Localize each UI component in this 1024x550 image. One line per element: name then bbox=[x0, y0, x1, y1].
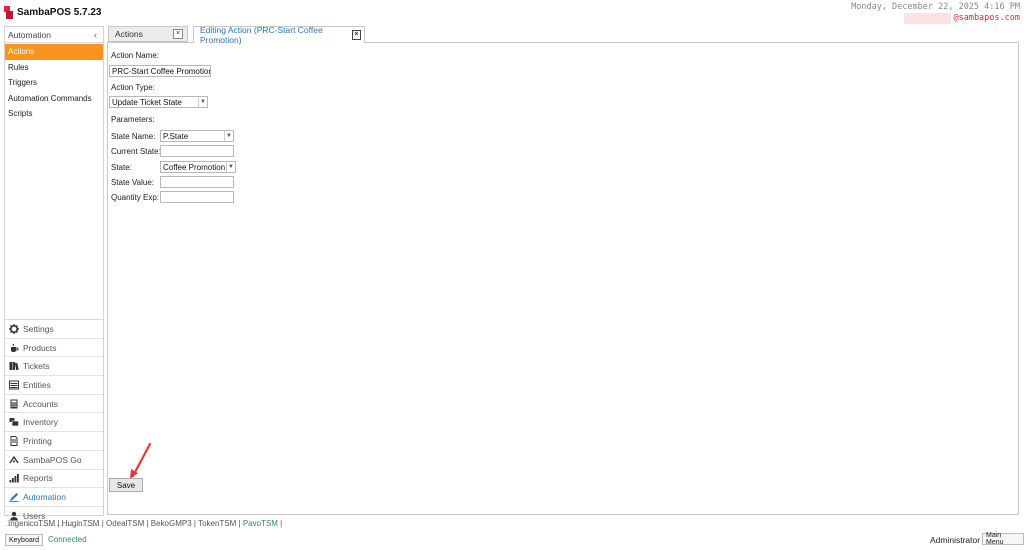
module-tickets[interactable]: Tickets bbox=[5, 357, 103, 377]
action-name-value: PRC-Start Coffee Promotion bbox=[112, 66, 211, 76]
keyboard-button[interactable]: Keyboard bbox=[5, 534, 43, 546]
bar-chart-icon bbox=[9, 474, 19, 483]
module-automation[interactable]: Automation bbox=[5, 488, 103, 507]
calculator-icon bbox=[10, 399, 18, 409]
close-icon[interactable]: × bbox=[351, 30, 361, 40]
device-pavo: PavoTSM bbox=[242, 519, 278, 528]
module-label: Accounts bbox=[23, 398, 58, 409]
sidebar-item-automation-commands[interactable]: Automation Commands bbox=[5, 91, 103, 107]
action-type-value: Update Ticket State bbox=[112, 97, 182, 107]
module-sambapos-go[interactable]: SambaPOS Go bbox=[5, 451, 103, 470]
app-title: SambaPOS 5.7.23 bbox=[4, 5, 102, 19]
tab-label: Editing Action (PRC-Start Coffee Promoti… bbox=[200, 25, 323, 45]
action-type-select[interactable]: Update Ticket State ▼ bbox=[109, 96, 208, 108]
redacted-area bbox=[904, 12, 952, 24]
tab-actions[interactable]: Actions × bbox=[108, 26, 188, 42]
go-icon bbox=[9, 455, 19, 464]
module-label: Tickets bbox=[23, 361, 50, 372]
sambapos-logo-icon bbox=[4, 5, 13, 19]
state-name-label: State Name: bbox=[111, 132, 156, 141]
module-label: Products bbox=[23, 342, 57, 353]
tickets-icon bbox=[9, 362, 19, 371]
state-value: Coffee Promotion bbox=[163, 162, 226, 172]
printer-icon bbox=[10, 435, 18, 446]
connection-status: Connected bbox=[48, 535, 87, 544]
inventory-icon bbox=[9, 418, 19, 427]
sidebar-item-actions[interactable]: Actions bbox=[5, 44, 103, 60]
state-name-select[interactable]: P.State ▼ bbox=[160, 130, 234, 142]
module-settings[interactable]: Settings bbox=[5, 320, 103, 339]
tab-label: Actions bbox=[115, 29, 143, 39]
module-label: Inventory bbox=[23, 417, 58, 428]
entities-icon bbox=[9, 380, 19, 390]
device-status-list: IngenicoTSM | HuginTSM | OdealTSM | Beko… bbox=[8, 519, 283, 528]
device-token: TokenTSM bbox=[198, 519, 237, 528]
sidebar-header[interactable]: Automation ‹ bbox=[5, 27, 103, 43]
current-user: Administrator bbox=[930, 535, 981, 545]
module-label: Settings bbox=[23, 323, 54, 334]
annotation-arrow-icon bbox=[130, 442, 152, 479]
chevron-down-icon[interactable]: ▼ bbox=[224, 131, 233, 141]
parameters-label: Parameters: bbox=[111, 115, 155, 124]
quantity-exp-input[interactable] bbox=[160, 191, 234, 203]
tab-editing-action[interactable]: Editing Action (PRC-Start Coffee Promoti… bbox=[193, 25, 365, 45]
chevron-down-icon[interactable]: ▼ bbox=[198, 97, 207, 107]
collapse-icon[interactable]: ‹ bbox=[94, 30, 97, 40]
coffee-icon bbox=[11, 343, 19, 352]
module-label: Automation bbox=[23, 492, 66, 503]
module-label: Entities bbox=[23, 379, 51, 390]
device-odeal: OdealTSM bbox=[106, 519, 145, 528]
module-label: Printing bbox=[23, 435, 52, 446]
module-reports[interactable]: Reports bbox=[5, 470, 103, 489]
device-hugin: HuginTSM bbox=[61, 519, 100, 528]
user-badge: @sambapos.com bbox=[904, 12, 1020, 24]
quantity-exp-label: Quantity Exp: bbox=[111, 193, 160, 202]
left-panel: Automation ‹ Actions Rules Triggers Auto… bbox=[4, 26, 104, 526]
module-label: Reports bbox=[23, 473, 53, 484]
state-value-input[interactable] bbox=[160, 176, 234, 188]
state-label: State: bbox=[111, 163, 132, 172]
action-type-label: Action Type: bbox=[111, 83, 155, 92]
sidebar-item-scripts[interactable]: Scripts bbox=[5, 106, 103, 122]
module-accounts[interactable]: Accounts bbox=[5, 395, 103, 414]
module-entities[interactable]: Entities bbox=[5, 376, 103, 395]
close-icon[interactable]: × bbox=[173, 29, 183, 39]
gear-icon bbox=[9, 323, 19, 334]
sidebar-nav: Actions Rules Triggers Automation Comman… bbox=[5, 44, 103, 122]
state-select[interactable]: Coffee Promotion ▼ bbox=[160, 161, 236, 173]
module-printing[interactable]: Printing bbox=[5, 432, 103, 451]
current-state-input[interactable] bbox=[160, 145, 234, 157]
user-handle: @sambapos.com bbox=[953, 13, 1020, 23]
device-beko: BekoGMP3 bbox=[150, 519, 192, 528]
automation-icon bbox=[9, 493, 19, 503]
current-state-label: Current State: bbox=[111, 147, 161, 156]
action-name-label: Action Name: bbox=[111, 51, 160, 60]
module-products[interactable]: Products bbox=[5, 339, 103, 358]
datetime: Monday, December 22, 2025 4:16 PM bbox=[851, 2, 1020, 12]
action-name-input[interactable]: PRC-Start Coffee Promotion bbox=[109, 65, 211, 77]
state-value-label: State Value: bbox=[111, 178, 154, 187]
device-ingenico: IngenicoTSM bbox=[8, 519, 56, 528]
chevron-down-icon[interactable]: ▼ bbox=[226, 162, 235, 172]
sidebar-title: Automation bbox=[8, 29, 51, 40]
app-title-text: SambaPOS 5.7.23 bbox=[17, 6, 102, 18]
state-name-value: P.State bbox=[163, 131, 189, 141]
sidebar-item-rules[interactable]: Rules bbox=[5, 60, 103, 76]
module-label: SambaPOS Go bbox=[23, 454, 82, 465]
module-inventory[interactable]: Inventory bbox=[5, 413, 103, 433]
sidebar-item-triggers[interactable]: Triggers bbox=[5, 75, 103, 91]
main-menu-button[interactable]: Main Menu bbox=[982, 532, 1024, 546]
module-list: Settings Products Tickets Entities Accou… bbox=[5, 319, 103, 526]
save-button[interactable]: Save bbox=[109, 478, 143, 492]
content-panel bbox=[107, 42, 1019, 515]
